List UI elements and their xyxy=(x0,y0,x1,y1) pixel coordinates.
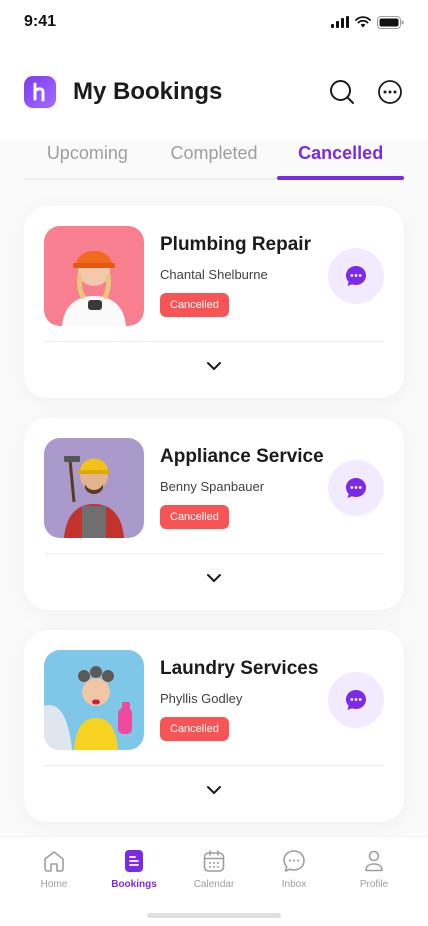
service-title: Plumbing Repair xyxy=(160,234,311,255)
chevron-down-icon xyxy=(207,362,221,370)
search-icon xyxy=(330,80,354,104)
nav-bookings[interactable]: Bookings xyxy=(102,849,166,890)
expand-button[interactable] xyxy=(202,781,226,799)
status-icons xyxy=(331,15,404,29)
bottom-navigation: Home Bookings Calendar Inbox Profile xyxy=(0,836,428,926)
provider-name: Chantal Shelburne xyxy=(160,267,268,282)
status-time: 9:41 xyxy=(24,13,57,30)
nav-home-label: Home xyxy=(40,879,68,890)
provider-photo xyxy=(44,226,144,326)
status-bar: 9:41 xyxy=(0,0,428,44)
booking-card[interactable]: Plumbing Repair Chantal Shelburne Cancel… xyxy=(24,206,404,398)
logo-icon xyxy=(33,82,45,102)
nav-inbox-label: Inbox xyxy=(281,879,307,890)
nav-profile[interactable]: Profile xyxy=(342,849,406,890)
expand-button[interactable] xyxy=(202,569,226,587)
app-logo xyxy=(24,76,56,108)
chat-button[interactable] xyxy=(328,248,384,304)
document-icon xyxy=(125,850,143,872)
service-title: Appliance Service xyxy=(160,446,324,467)
booking-card[interactable]: Appliance Service Benny Spanbauer Cancel… xyxy=(24,418,404,610)
page-title: My Bookings xyxy=(73,78,223,105)
calendar-icon xyxy=(203,850,225,872)
app-header: My Bookings xyxy=(0,44,428,140)
nav-profile-label: Profile xyxy=(359,879,389,890)
nav-inbox[interactable]: Inbox xyxy=(262,849,326,890)
chat-icon xyxy=(346,690,366,710)
booking-tabs: Upcoming Completed Cancelled xyxy=(24,140,404,180)
chat-button[interactable] xyxy=(328,672,384,728)
service-title: Laundry Services xyxy=(160,658,319,679)
search-button[interactable] xyxy=(328,78,356,106)
more-options-icon xyxy=(378,80,402,104)
chevron-down-icon xyxy=(207,786,221,794)
profile-icon xyxy=(365,850,383,872)
status-badge: Cancelled xyxy=(160,717,229,741)
more-options-button[interactable] xyxy=(376,78,404,106)
card-divider xyxy=(44,553,384,554)
home-indicator xyxy=(147,913,281,918)
tab-cancelled[interactable]: Cancelled xyxy=(277,140,404,180)
battery-icon xyxy=(377,15,404,29)
nav-calendar[interactable]: Calendar xyxy=(182,849,246,890)
chevron-down-icon xyxy=(207,574,221,582)
tab-completed[interactable]: Completed xyxy=(151,140,278,178)
wifi-icon xyxy=(355,16,371,28)
provider-name: Phyllis Godley xyxy=(160,691,243,706)
expand-button[interactable] xyxy=(202,357,226,375)
signal-icon xyxy=(331,16,349,28)
nav-bookings-label: Bookings xyxy=(111,879,157,890)
card-divider xyxy=(44,765,384,766)
chat-button[interactable] xyxy=(328,460,384,516)
tab-upcoming[interactable]: Upcoming xyxy=(24,140,151,178)
provider-photo xyxy=(44,650,144,750)
provider-name: Benny Spanbauer xyxy=(160,479,265,494)
bookings-list: Plumbing Repair Chantal Shelburne Cancel… xyxy=(0,180,428,836)
status-badge: Cancelled xyxy=(160,505,229,529)
nav-home[interactable]: Home xyxy=(22,849,86,890)
provider-photo xyxy=(44,438,144,538)
home-icon xyxy=(44,851,64,872)
chat-icon xyxy=(346,266,366,286)
chat-icon xyxy=(283,850,305,872)
booking-card[interactable]: Laundry Services Phyllis Godley Cancelle… xyxy=(24,630,404,822)
chat-icon xyxy=(346,478,366,498)
status-badge: Cancelled xyxy=(160,293,229,317)
card-divider xyxy=(44,341,384,342)
nav-calendar-label: Calendar xyxy=(193,879,235,890)
